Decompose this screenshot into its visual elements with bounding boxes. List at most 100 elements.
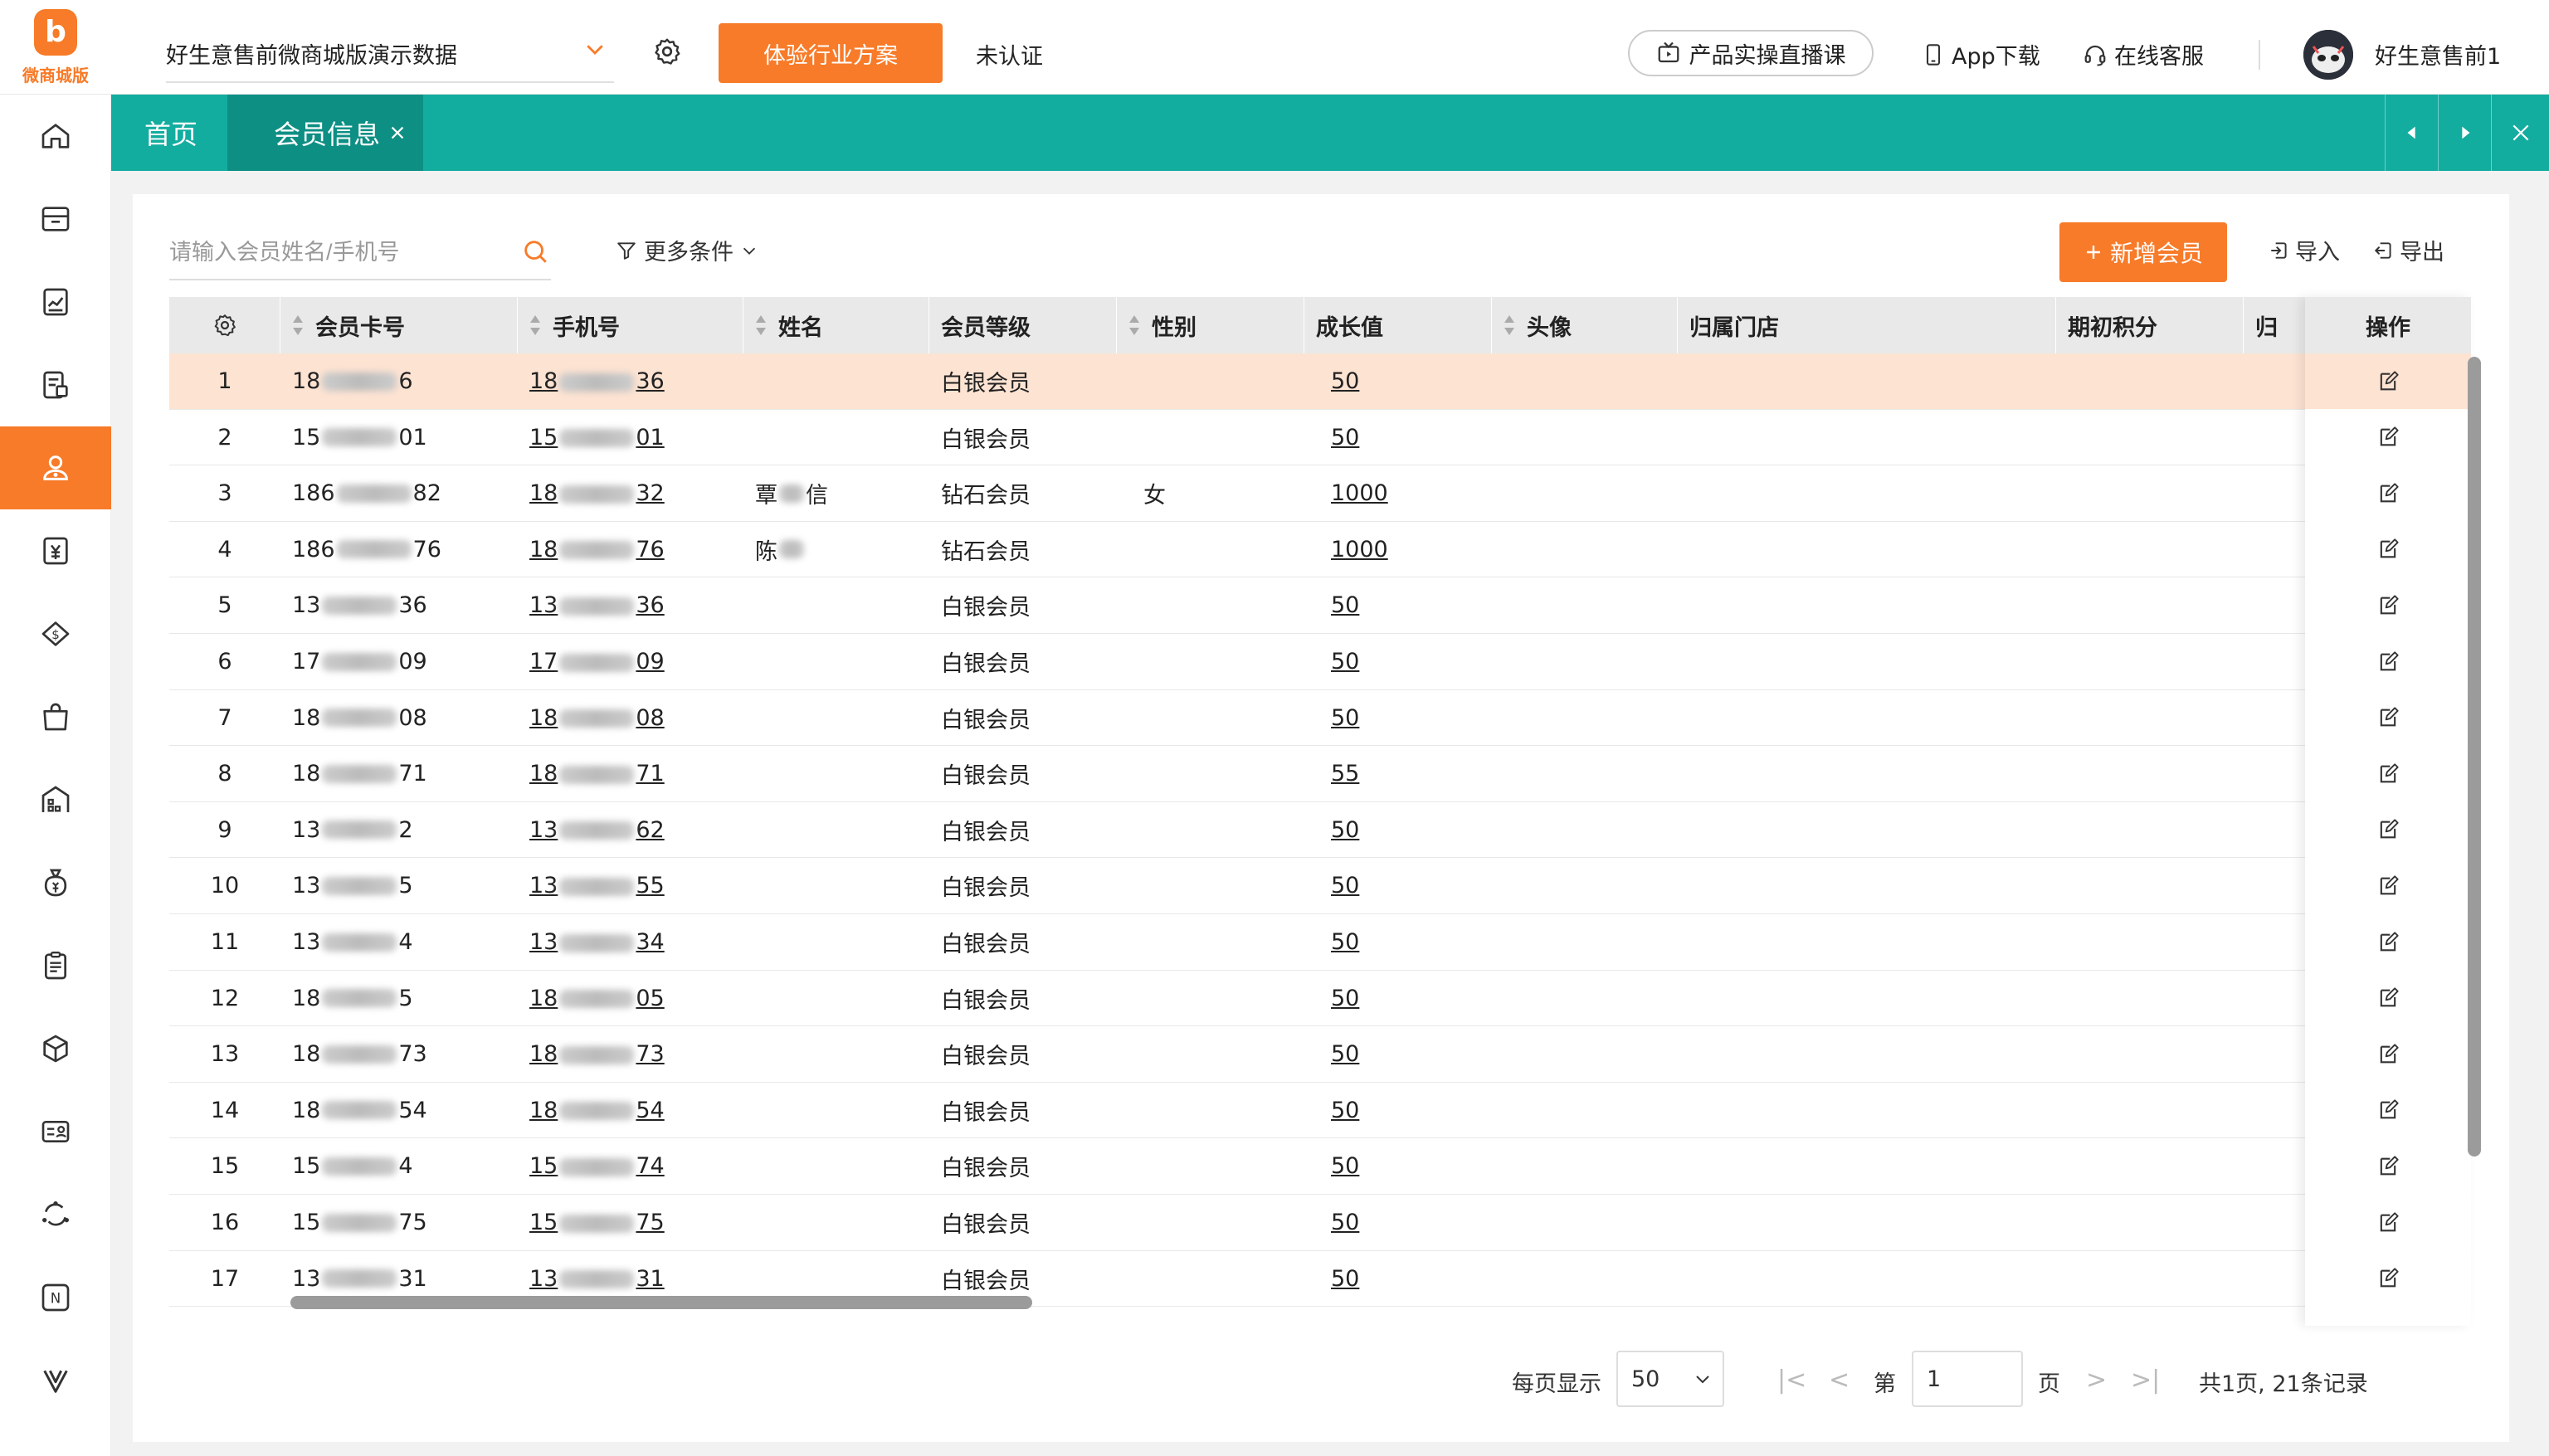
sidebar-item-product[interactable] — [0, 1007, 111, 1090]
sidebar-item-member[interactable] — [0, 426, 111, 509]
edit-button[interactable] — [2305, 971, 2471, 1026]
phone[interactable]: 18 71 — [518, 746, 743, 801]
phone-link[interactable]: 18 76 — [529, 537, 665, 562]
table-row[interactable]: 4 186 76 18 76 陈钻石会员 1000 — [169, 522, 2471, 578]
phone-link[interactable]: 13 31 — [529, 1266, 665, 1292]
growth-value[interactable]: 50 — [1304, 410, 1492, 465]
phone-link[interactable]: 15 74 — [529, 1153, 665, 1179]
tab-scroll-right[interactable] — [2438, 95, 2491, 171]
edit-button[interactable] — [2305, 1138, 2471, 1194]
growth-link[interactable]: 50 — [1331, 1153, 1359, 1179]
edit-button[interactable] — [2305, 522, 2471, 577]
th-level[interactable]: 会员等级 — [929, 297, 1117, 353]
edit-button[interactable] — [2305, 577, 2471, 633]
edit-button[interactable] — [2305, 802, 2471, 858]
growth-value[interactable]: 50 — [1304, 914, 1492, 970]
sidebar-item-finance[interactable] — [0, 509, 111, 592]
th-initial-points[interactable]: 期初积分 — [2056, 297, 2244, 353]
store-selector[interactable]: 好生意售前微商城版演示数据 — [166, 25, 614, 83]
experience-industry-button[interactable]: 体验行业方案 — [719, 23, 943, 83]
growth-value[interactable]: 50 — [1304, 858, 1492, 913]
growth-value[interactable]: 50 — [1304, 1195, 1492, 1250]
growth-link[interactable]: 50 — [1331, 1041, 1359, 1067]
phone[interactable]: 18 76 — [518, 522, 743, 577]
th-avatar[interactable]: 头像 — [1492, 297, 1678, 353]
sidebar-item-new[interactable]: N — [0, 1256, 111, 1339]
th-card-no[interactable]: 会员卡号 — [280, 297, 518, 353]
table-row[interactable]: 11 13 4 13 34 白银会员 50 — [169, 914, 2471, 971]
growth-value[interactable]: 50 — [1304, 353, 1492, 409]
phone[interactable]: 13 55 — [518, 858, 743, 913]
th-partial[interactable]: 归 — [2244, 297, 2310, 353]
growth-link[interactable]: 50 — [1331, 1266, 1359, 1292]
app-download-link[interactable]: App下载 — [1922, 38, 2040, 71]
growth-value[interactable]: 50 — [1304, 971, 1492, 1026]
phone-link[interactable]: 18 32 — [529, 480, 665, 506]
edit-button[interactable] — [2305, 353, 2471, 409]
table-row[interactable]: 5 13 36 13 36 白银会员 50 — [169, 577, 2471, 634]
last-page-icon[interactable]: >| — [2131, 1366, 2160, 1395]
edit-button[interactable] — [2305, 634, 2471, 689]
sidebar-item-loop[interactable] — [0, 1173, 111, 1256]
edit-button[interactable] — [2305, 1251, 2471, 1307]
table-row[interactable]: 10 13 5 13 55 白银会员 50 — [169, 858, 2471, 914]
first-page-icon[interactable]: |< — [1777, 1366, 1806, 1395]
th-growth[interactable]: 成长值 — [1304, 297, 1492, 353]
edit-button[interactable] — [2305, 1083, 2471, 1138]
column-settings[interactable] — [169, 297, 280, 353]
add-member-button[interactable]: 新增会员 — [2059, 222, 2227, 282]
growth-value[interactable]: 50 — [1304, 1083, 1492, 1138]
growth-value[interactable]: 1000 — [1304, 522, 1492, 577]
phone-link[interactable]: 13 36 — [529, 592, 665, 618]
growth-link[interactable]: 55 — [1331, 761, 1359, 786]
growth-link[interactable]: 50 — [1331, 368, 1359, 394]
phone-link[interactable]: 13 62 — [529, 817, 665, 843]
phone[interactable]: 18 36 — [518, 353, 743, 409]
cert-status[interactable]: 未认证 — [976, 38, 1043, 71]
growth-value[interactable]: 50 — [1304, 1026, 1492, 1082]
phone[interactable]: 15 01 — [518, 410, 743, 465]
th-gender[interactable]: 性别 — [1117, 297, 1304, 353]
table-row[interactable]: 6 17 09 17 09 白银会员 50 — [169, 634, 2471, 690]
growth-link[interactable]: 1000 — [1331, 537, 1388, 562]
growth-value[interactable]: 50 — [1304, 690, 1492, 746]
tab-home[interactable]: 首页 — [144, 95, 197, 171]
phone[interactable]: 17 09 — [518, 634, 743, 689]
phone-link[interactable]: 15 75 — [529, 1210, 665, 1235]
phone[interactable]: 15 75 — [518, 1195, 743, 1250]
more-filter-toggle[interactable]: 更多条件 — [616, 234, 758, 266]
import-button[interactable]: 导入 — [2269, 234, 2340, 266]
phone[interactable]: 15 74 — [518, 1138, 743, 1194]
growth-value[interactable]: 50 — [1304, 1251, 1492, 1307]
growth-link[interactable]: 50 — [1331, 1098, 1359, 1123]
table-row[interactable]: 13 18 73 18 73 白银会员 50 — [169, 1026, 2471, 1083]
edit-button[interactable] — [2305, 410, 2471, 465]
growth-link[interactable]: 50 — [1331, 986, 1359, 1011]
phone[interactable]: 13 36 — [518, 577, 743, 633]
growth-value[interactable]: 50 — [1304, 577, 1492, 633]
edit-button[interactable] — [2305, 1026, 2471, 1082]
app-logo[interactable]: b 微商城版 — [0, 0, 111, 95]
phone-link[interactable]: 18 73 — [529, 1041, 665, 1067]
sidebar-item-staff[interactable] — [0, 1090, 111, 1173]
table-row[interactable]: 1 18 6 18 36 白银会员 50 — [169, 353, 2471, 410]
th-phone[interactable]: 手机号 — [518, 297, 743, 353]
phone[interactable]: 18 08 — [518, 690, 743, 746]
tab-member-info[interactable]: 会员信息 — [227, 95, 423, 171]
next-page-icon[interactable]: > — [2086, 1366, 2107, 1395]
growth-link[interactable]: 50 — [1331, 425, 1359, 450]
table-row[interactable]: 8 18 71 18 71 白银会员 55 — [169, 746, 2471, 802]
edit-button[interactable] — [2305, 746, 2471, 801]
phone-link[interactable]: 15 01 — [529, 425, 665, 450]
horizontal-scrollbar[interactable] — [290, 1296, 1032, 1309]
tab-close-all[interactable] — [2491, 95, 2549, 171]
phone-link[interactable]: 18 08 — [529, 705, 665, 731]
export-button[interactable]: 导出 — [2373, 234, 2444, 266]
live-course-button[interactable]: 产品实操直播课 — [1628, 30, 1874, 76]
phone-link[interactable]: 18 54 — [529, 1098, 665, 1123]
edit-button[interactable] — [2305, 858, 2471, 913]
page-number-input[interactable]: 1 — [1912, 1351, 2023, 1407]
edit-button[interactable] — [2305, 1195, 2471, 1250]
growth-link[interactable]: 50 — [1331, 649, 1359, 674]
th-name[interactable]: 姓名 — [743, 297, 929, 353]
